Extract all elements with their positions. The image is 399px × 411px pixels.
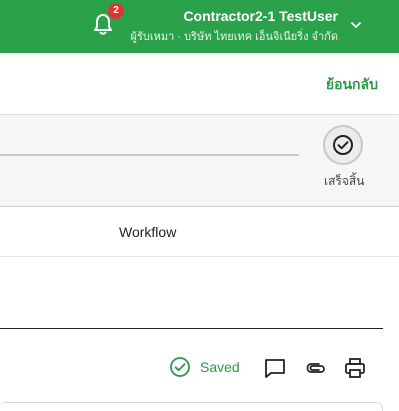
progress-track — [0, 154, 299, 156]
check-circle-icon — [170, 357, 190, 377]
comment-icon — [265, 359, 285, 378]
document-toolbar: Saved — [0, 340, 399, 396]
tabs-row: Workflow — [0, 208, 399, 257]
page-action-bar: ย้อนกลับ — [0, 53, 399, 115]
content-divider — [0, 328, 383, 329]
check-circle-icon — [333, 135, 353, 155]
paperclip-icon — [306, 363, 325, 373]
step-completed — [323, 125, 363, 165]
printer-icon — [345, 358, 365, 378]
user-role-company: ผู้รับเหมา · บริษัท ไทยเทค เอ็นจิเนียริ่… — [130, 31, 338, 43]
back-link[interactable]: ย้อนกลับ — [326, 74, 378, 96]
content-area — [0, 258, 399, 329]
user-menu-toggle[interactable] — [349, 18, 363, 32]
chevron-down-icon — [351, 22, 361, 28]
print-button[interactable] — [343, 356, 367, 380]
user-name[interactable]: Contractor2-1 TestUser — [183, 8, 338, 24]
attach-button[interactable] — [303, 356, 327, 380]
top-header: 2 Contractor2-1 TestUser ผู้รับเหมา · บร… — [0, 0, 399, 53]
tab-workflow[interactable]: Workflow — [119, 224, 176, 240]
step-completed-label: เสร็จสิ้น — [324, 174, 365, 188]
content-card — [0, 402, 383, 411]
saved-label: Saved — [200, 359, 240, 375]
workflow-progress-panel: เสร็จสิ้น — [0, 116, 399, 207]
notification-count-badge: 2 — [108, 3, 124, 19]
comment-button[interactable] — [263, 356, 287, 380]
